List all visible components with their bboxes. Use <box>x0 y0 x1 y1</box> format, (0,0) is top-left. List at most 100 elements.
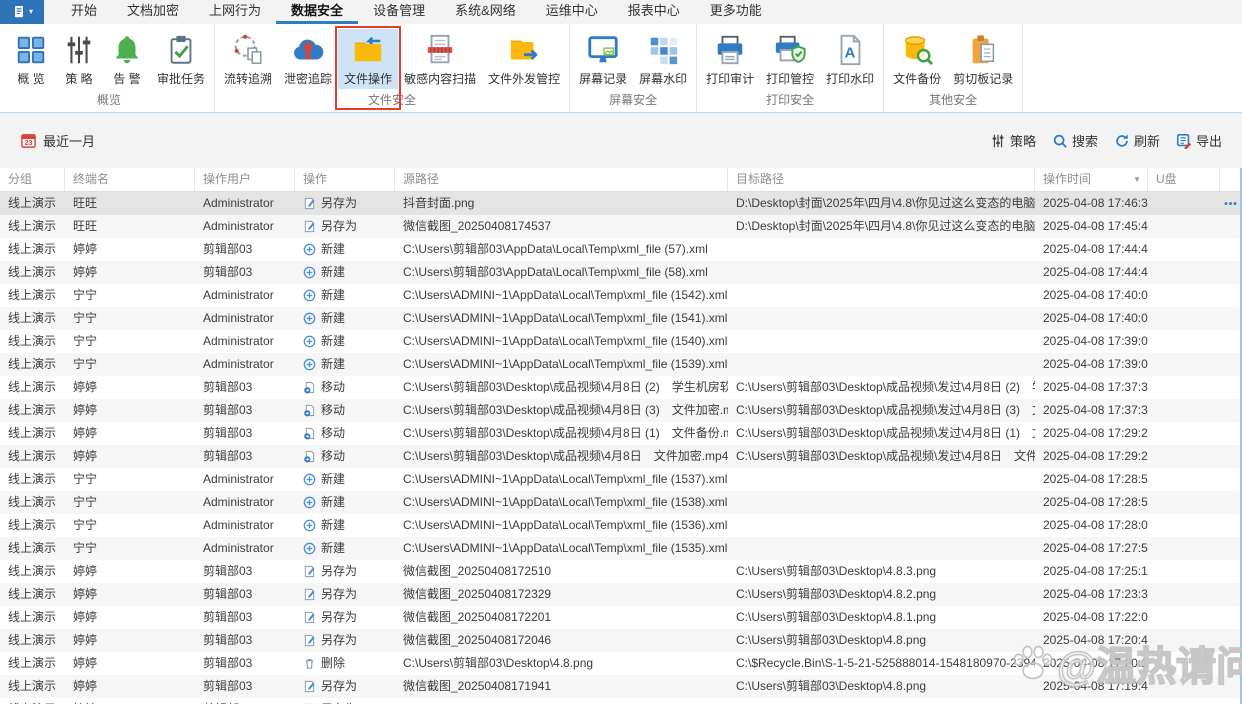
table-row[interactable]: 线上演示 婷婷 剪辑部03 移动 C:\Users\剪辑部03\Desktop\成品视频… <box>0 399 1242 422</box>
ribbon-item-print-control[interactable]: 打印管控 <box>760 29 820 89</box>
row-gutter <box>1220 560 1242 583</box>
ribbon-item-sensitive-scan[interactable]: 敏感内容扫描 <box>398 29 482 89</box>
table-row[interactable]: 线上演示 婷婷 剪辑部03 移动 C:\Users\剪辑部03\Desktop\成品视频… <box>0 422 1242 445</box>
ribbon-item-screen-record[interactable]: 屏幕记录 <box>573 29 633 89</box>
ribbon-item-screen-watermark[interactable]: 屏幕水印 <box>633 29 693 89</box>
cell-operation: 新建 <box>295 491 395 514</box>
ribbon-item-approval-tasks[interactable]: 审批任务 <box>151 29 211 89</box>
col-source-path[interactable]: 源路径 <box>395 168 728 191</box>
menu-tab-doc-encryption[interactable]: 文档加密 <box>112 0 194 24</box>
table-row[interactable]: 线上演示 婷婷 剪辑部03 另存为 微信截图_20250408171941 C:\User… <box>0 675 1242 698</box>
ribbon-item-policy[interactable]: 策 略 <box>55 29 103 89</box>
ellipsis-icon[interactable]: ••• <box>1224 199 1238 210</box>
table-row[interactable]: 线上演示 婷婷 剪辑部03 移动 C:\Users\剪辑部03\Desktop\成品视频… <box>0 376 1242 399</box>
cell-operation-time: 2025-04-08 17:44:45 <box>1043 265 1148 279</box>
ribbon-item-leak-trace[interactable]: 泄密追踪 <box>278 29 338 89</box>
ribbon-item-label: 剪切板记录 <box>953 72 1014 86</box>
cell-source-path: C:\Users\ADMINI~1\AppData\Local\Temp\xml… <box>403 334 728 348</box>
cell-operator-user: Administrator <box>203 472 274 486</box>
time-filter-dropdown-icon[interactable]: ▼ <box>1133 168 1141 191</box>
cell-target-path: C:\Users\剪辑部03\Desktop\4.8.2.png <box>736 587 937 601</box>
table-row[interactable]: 线上演示 宁宁 Administrator 新建 C:\Users\ADMINI~1\A… <box>0 514 1242 537</box>
refresh-button[interactable]: 刷新 <box>1114 131 1160 150</box>
chevron-down-icon: ▾ <box>28 7 33 16</box>
ribbon-item-alert[interactable]: 告 警 <box>103 29 151 89</box>
cell-operation: 另存为 <box>295 698 395 704</box>
table-row[interactable]: 线上演示 宁宁 Administrator 新建 C:\Users\ADMINI~1\A… <box>0 353 1242 376</box>
menu-tab-ops-center[interactable]: 运维中心 <box>531 0 613 24</box>
cell-operator-user: 剪辑部03 <box>203 587 253 601</box>
table-row[interactable]: 线上演示 婷婷 剪辑部03 移动 C:\Users\剪辑部03\Desktop\成品视频… <box>0 445 1242 468</box>
ribbon-item-clipboard-record[interactable]: 剪切板记录 <box>947 29 1019 89</box>
cell-operator-user: 剪辑部03 <box>195 698 295 704</box>
move-icon <box>304 404 315 417</box>
cell-target-path: C:\Users\剪辑部03\Desktop\成品视频\发过\4月8日 文件加.… <box>736 449 1035 463</box>
menu-tab-start[interactable]: 开始 <box>56 0 112 24</box>
cell-operator-user: 剪辑部03 <box>203 380 253 394</box>
menu-tab-more-features[interactable]: 更多功能 <box>695 0 777 24</box>
menu-tab-web-behavior[interactable]: 上网行为 <box>194 0 276 24</box>
table-row[interactable]: 线上演示 宁宁 Administrator 新建 C:\Users\ADMINI~1\A… <box>0 284 1242 307</box>
app-menu-button[interactable]: ▾ <box>0 0 44 24</box>
row-actions-menu[interactable]: ••• <box>1220 192 1242 215</box>
cell-group: 线上演示 <box>8 495 57 509</box>
menu-tab-data-security[interactable]: 数据安全 <box>276 0 359 24</box>
table-row[interactable]: 线上演示 宁宁 Administrator 新建 C:\Users\ADMINI~1\A… <box>0 330 1242 353</box>
cell-target-path <box>728 491 1035 514</box>
table-row[interactable]: 线上演示 婷婷 剪辑部03 新建 C:\Users\剪辑部03\AppData\Loca… <box>0 238 1242 261</box>
cell-target-path <box>728 353 1035 376</box>
ribbon-item-label: 敏感内容扫描 <box>404 72 477 86</box>
cell-usb <box>1148 284 1220 307</box>
ribbon-item-overview[interactable]: 概 览 <box>7 29 55 89</box>
policy-button[interactable]: 策略 <box>990 131 1036 150</box>
cell-usb <box>1148 330 1220 353</box>
cell-source-path: 微信截图_20250408172510 <box>403 564 552 578</box>
cell-source-path: C:\Users\ADMINI~1\AppData\Local\Temp\xml… <box>403 357 728 371</box>
ribbon-item-file-backup[interactable]: 文件备份 <box>887 29 947 89</box>
menu-tab-report-center[interactable]: 报表中心 <box>613 0 695 24</box>
refresh-icon <box>1116 133 1128 147</box>
search-button[interactable]: 搜索 <box>1052 131 1098 150</box>
move-icon <box>304 381 315 394</box>
col-group[interactable]: 分组 <box>0 168 65 191</box>
table-row[interactable]: 线上演示 宁宁 Administrator 新建 C:\Users\ADMINI~1\A… <box>0 468 1242 491</box>
table-row[interactable]: 线上演示 婷婷 剪辑部03 另存为 微信截图_20250408172046 C:\User… <box>0 629 1242 652</box>
table-row[interactable]: 线上演示婷婷剪辑部03另存为 <box>0 698 1242 704</box>
ribbon-item-file-operations[interactable]: 文件操作 <box>335 26 402 110</box>
col-terminal-name[interactable]: 终端名 <box>65 168 195 191</box>
svg-text:23: 23 <box>25 139 33 147</box>
cell-group: 线上演示 <box>8 334 57 348</box>
cell-source-path: C:\Users\ADMINI~1\AppData\Local\Temp\xml… <box>403 518 728 532</box>
table-row[interactable]: 线上演示 旺旺 Administrator 另存为 微信截图_2025040817453… <box>0 215 1242 238</box>
screen-record-icon <box>585 31 621 69</box>
print-audit-icon <box>712 31 748 69</box>
cell-usb <box>1148 652 1220 675</box>
col-target-path[interactable]: 目标路径 <box>728 168 1035 191</box>
cell-operator-user: Administrator <box>203 541 274 555</box>
ribbon-item-file-outgoing-control[interactable]: 文件外发管控 <box>482 29 566 89</box>
ribbon-item-label: 打印管控 <box>766 72 815 86</box>
cell-operator-user: 剪辑部03 <box>203 449 253 463</box>
col-operation[interactable]: 操作 <box>295 168 395 191</box>
table-row[interactable]: 线上演示 婷婷 剪辑部03 删除 C:\Users\剪辑部03\Desktop\4.8.… <box>0 652 1242 675</box>
table-row[interactable]: 线上演示 旺旺 Administrator 另存为 抖音封面.png D:\Desktop… <box>0 192 1242 215</box>
table-row[interactable]: 线上演示 宁宁 Administrator 新建 C:\Users\ADMINI~1\A… <box>0 537 1242 560</box>
ribbon-item-print-audit[interactable]: 打印审计 <box>700 29 760 89</box>
table-row[interactable]: 线上演示 婷婷 剪辑部03 另存为 微信截图_20250408172510 C:\User… <box>0 560 1242 583</box>
cell-usb <box>1148 399 1220 422</box>
table-row[interactable]: 线上演示 婷婷 剪辑部03 另存为 微信截图_20250408172329 C:\User… <box>0 583 1242 606</box>
date-range-filter[interactable]: 23 最近一月 <box>20 131 95 150</box>
ribbon-item-print-watermark[interactable]: A 打印水印 <box>820 29 880 89</box>
col-operation-time[interactable]: 操作时间 ▼ <box>1035 168 1148 191</box>
table-row[interactable]: 线上演示 婷婷 剪辑部03 新建 C:\Users\剪辑部03\AppData\Loca… <box>0 261 1242 284</box>
col-usb[interactable]: U盘 <box>1148 168 1220 191</box>
export-button[interactable]: 导出 <box>1176 131 1222 150</box>
col-operator-user[interactable]: 操作用户 <box>195 168 295 191</box>
menu-tab-system-network[interactable]: 系统&网络 <box>440 0 531 24</box>
menu-tab-device-management[interactable]: 设备管理 <box>358 0 440 24</box>
cell-operation-time: 2025-04-08 17:40:03 <box>1043 311 1148 325</box>
table-row[interactable]: 线上演示 宁宁 Administrator 新建 C:\Users\ADMINI~1\A… <box>0 491 1242 514</box>
table-row[interactable]: 线上演示 宁宁 Administrator 新建 C:\Users\ADMINI~1\A… <box>0 307 1242 330</box>
ribbon-item-flow-trace[interactable]: 流转追溯 <box>218 29 278 89</box>
table-row[interactable]: 线上演示 婷婷 剪辑部03 另存为 微信截图_20250408172201 C:\User… <box>0 606 1242 629</box>
